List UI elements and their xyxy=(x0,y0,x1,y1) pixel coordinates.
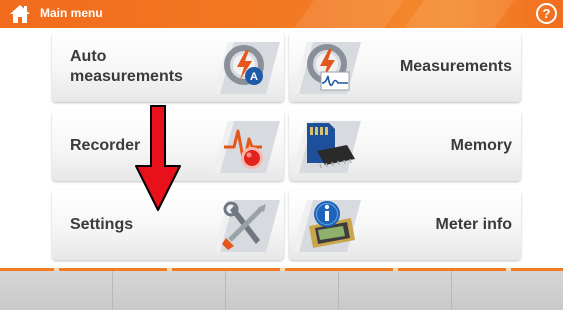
home-icon xyxy=(10,5,30,23)
main-menu-screen: Main menu ? Auto measurements A Measurem… xyxy=(0,0,563,310)
toolbar-button-4[interactable] xyxy=(339,268,452,310)
svg-text:A: A xyxy=(250,71,258,83)
toolbar-button-2[interactable] xyxy=(113,268,226,310)
toolbar-notch xyxy=(393,268,398,271)
menu-tile-label: Settings xyxy=(70,216,134,233)
toolbar-button-3[interactable] xyxy=(226,268,339,310)
title-bar: Main menu ? xyxy=(0,0,563,28)
menu-tile-memory[interactable]: Memory xyxy=(289,111,521,181)
red-down-arrow xyxy=(135,105,181,211)
menu-tile-label: Measurements xyxy=(399,58,512,75)
memory-card-icon xyxy=(291,117,369,175)
auto-measurement-icon: A xyxy=(204,38,282,96)
toolbar-button-1[interactable] xyxy=(0,268,113,310)
recorder-icon xyxy=(204,117,282,175)
title-bar-decoration xyxy=(278,0,412,28)
menu-tile-label: Memory xyxy=(450,137,512,154)
menu-tile-measurements[interactable]: Measurements xyxy=(289,32,521,102)
toolbar-button-5[interactable] xyxy=(452,268,563,310)
toolbar-notch xyxy=(505,268,511,271)
toolbar-notch xyxy=(280,268,285,271)
info-icon xyxy=(291,196,369,254)
help-button[interactable]: ? xyxy=(536,3,557,24)
home-button[interactable] xyxy=(9,4,31,24)
menu-tile-label: Meter info xyxy=(435,216,512,233)
bottom-toolbar xyxy=(0,268,563,310)
menu-tile-meter-info[interactable]: Meter info xyxy=(289,190,521,260)
toolbar-notch xyxy=(54,268,59,271)
measurement-gauge-icon xyxy=(291,38,369,96)
title-bar-decoration xyxy=(388,0,522,28)
menu-tile-label: Auto measurements xyxy=(70,48,183,85)
page-title: Main menu xyxy=(40,6,103,20)
tools-icon xyxy=(204,196,282,254)
menu-tile-auto-measurements[interactable]: Auto measurements A xyxy=(52,32,284,102)
toolbar-notch xyxy=(167,268,172,271)
